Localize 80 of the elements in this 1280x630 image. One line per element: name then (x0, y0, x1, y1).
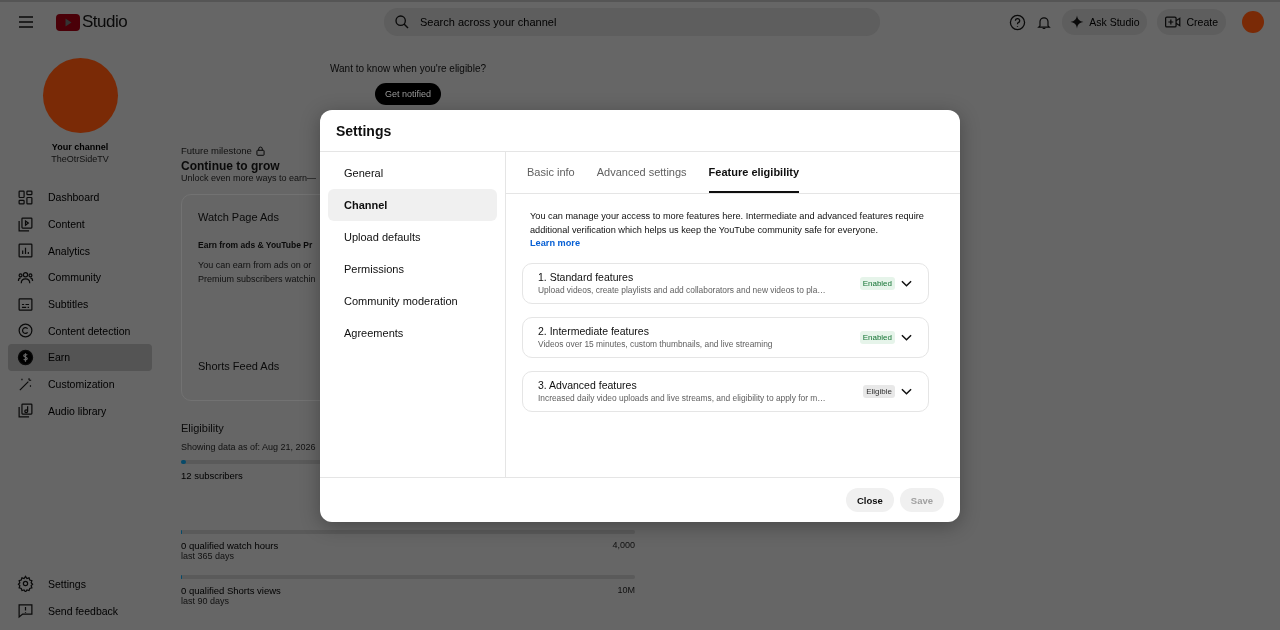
sparkle-icon (1070, 15, 1085, 29)
card-text: You can earn from ads on or (198, 260, 312, 270)
dollar-icon (17, 348, 34, 366)
settings-nav-item[interactable]: Agreements (328, 317, 497, 349)
music-note-icon (17, 402, 34, 420)
tab[interactable]: Advanced settings (596, 152, 687, 193)
section-title: Eligibility (181, 422, 224, 434)
card-subtitle: Earn from ads & YouTube Pr (198, 240, 313, 250)
create-button[interactable]: Create (1157, 9, 1226, 35)
grid-icon (17, 188, 34, 206)
chevron-icon[interactable] (901, 333, 912, 341)
eligibility-prompt: Want to know when you're eligible? (329, 63, 487, 74)
intro-text: You can manage your access to more features here. Intermediate and advanced features require additional verification which helps us keep the YouTube community safe for everyone. (530, 211, 924, 235)
dialog-title: Settings (336, 122, 392, 139)
metric-target: 4,000 (612, 540, 635, 551)
copyright-icon (17, 322, 34, 340)
search-field[interactable]: Search across your channel (384, 8, 880, 36)
chevron-icon[interactable] (901, 279, 912, 287)
dialog-button[interactable]: Close (845, 488, 894, 512)
milestone-label: Future milestone (181, 145, 252, 156)
sidebar-item[interactable]: Send feedback (8, 597, 152, 624)
feature-card[interactable]: 1. Standard features Upload videos, create playlists and add collaborators and new videos to pla… Enabled (522, 262, 929, 304)
sidebar-item[interactable]: Subtitles (8, 290, 152, 318)
tab[interactable]: Basic info (527, 152, 575, 193)
account-avatar[interactable] (1242, 11, 1264, 33)
sidebar-item[interactable]: Settings (8, 570, 152, 598)
metric-period: last 90 days (181, 596, 231, 606)
metric-period: last 365 days (181, 551, 236, 561)
settings-nav-item[interactable]: Permissions (328, 253, 497, 285)
sidebar-item[interactable]: Customization (8, 370, 152, 398)
sidebar-item[interactable]: Audio library (8, 397, 152, 425)
status-badge: Eligible (863, 384, 895, 398)
feature-title: 2. Intermediate features (538, 325, 650, 337)
feature-card[interactable]: 3. Advanced features Increased daily video uploads and live streams, and eligibility to apply for m… Eligible (522, 370, 929, 412)
tab[interactable]: Feature eligibility (708, 152, 800, 193)
settings-nav-item[interactable]: Community moderation (328, 285, 497, 317)
subtitles-icon (17, 295, 34, 313)
learn-more-link[interactable]: Learn more (530, 237, 929, 251)
feature-description: Videos over 15 minutes, custom thumbnails, and live streaming (538, 339, 774, 349)
studio-logo-text: Studio (82, 12, 128, 32)
card-title: Shorts Feed Ads (198, 360, 280, 372)
sidebar-item[interactable]: Content (8, 210, 152, 238)
lock-icon (255, 145, 265, 156)
help-icon[interactable] (1009, 13, 1027, 31)
feature-description: Increased daily video uploads and live streams, and eligibility to apply for m… (538, 393, 827, 403)
menu-icon[interactable] (18, 15, 34, 29)
play-square-icon (17, 215, 34, 233)
card-title: Watch Page Ads (198, 211, 279, 223)
magic-wand-icon (17, 375, 34, 393)
settings-icon (17, 575, 34, 593)
settings-nav-item[interactable]: Channel (328, 189, 497, 221)
feature-card[interactable]: 2. Intermediate features Videos over 15 minutes, custom thumbnails, and live streaming Enabled (522, 316, 929, 358)
milestone-text: Unlock even more ways to earn— (181, 173, 317, 183)
sidebar-item[interactable]: Analytics (8, 237, 152, 265)
milestone-title: Continue to grow (181, 159, 280, 173)
bar-chart-icon (17, 242, 34, 260)
settings-nav-item[interactable]: General (328, 157, 497, 189)
metric-label: 12 subscribers (181, 470, 243, 481)
ask-studio-button[interactable]: Ask Studio (1062, 9, 1148, 35)
chevron-icon[interactable] (901, 387, 912, 395)
channel-label: Your channel (51, 142, 109, 152)
status-badge: Enabled (859, 330, 895, 344)
sidebar-item[interactable]: Content detection (8, 317, 152, 345)
feature-description: Upload videos, create playlists and add collaborators and new videos to pla… (538, 285, 827, 295)
settings-nav-item[interactable]: Upload defaults (328, 221, 497, 253)
get-notified-button[interactable]: Get notified (375, 83, 441, 105)
feedback-icon (17, 602, 34, 620)
metric-label: 0 qualified watch hours (181, 540, 279, 551)
status-badge: Enabled (859, 276, 895, 290)
card-text: Premium subscribers watchin (198, 274, 316, 284)
metric-label: 0 qualified Shorts views (181, 585, 281, 596)
channel-name: TheOtrSideTV (51, 154, 109, 164)
play-logo-icon[interactable] (56, 13, 80, 31)
feature-title: 1. Standard features (538, 271, 635, 283)
sidebar-item[interactable]: Dashboard (8, 184, 152, 211)
sidebar-item[interactable]: Community (8, 264, 152, 291)
metric-target: 10M (617, 585, 635, 596)
data-date: Showing data as of: Aug 21, 2026 (181, 442, 316, 452)
feature-title: 3. Advanced features (538, 379, 638, 391)
video-camera-icon (1165, 15, 1182, 29)
